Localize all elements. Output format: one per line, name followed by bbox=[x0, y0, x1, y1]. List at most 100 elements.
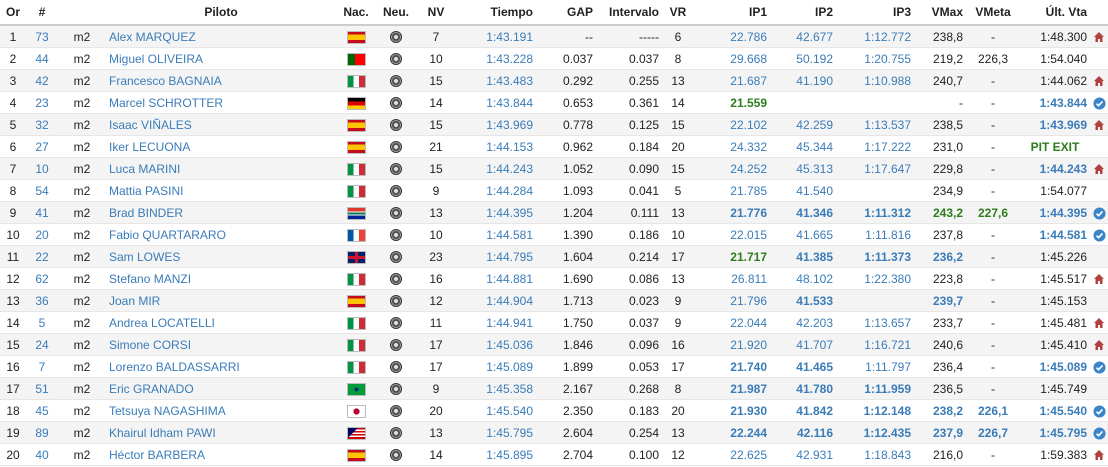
row-position: 5 bbox=[0, 113, 26, 136]
table-row[interactable]: 7 10 m2 Luca MARINI 15 1:44.243 1.052 0.090 15 24… bbox=[0, 157, 1108, 180]
category: m2 bbox=[58, 157, 106, 180]
rider-number[interactable]: 36 bbox=[26, 289, 58, 312]
status-icon-cell[interactable] bbox=[1090, 201, 1108, 224]
status-icon-cell[interactable] bbox=[1090, 113, 1108, 136]
best-time: 1:44.795 bbox=[456, 245, 536, 268]
table-row[interactable]: 3 42 m2 Francesco BAGNAIA 15 1:43.483 0.292 0.2… bbox=[0, 69, 1108, 92]
table-row[interactable]: 13 36 m2 Joan MIR 12 1:44.904 1.713 0.023 9 21.79… bbox=[0, 289, 1108, 312]
rider-number[interactable]: 10 bbox=[26, 157, 58, 180]
best-lap-number: 8 bbox=[662, 377, 694, 400]
rider-number[interactable]: 42 bbox=[26, 69, 58, 92]
home-icon bbox=[1094, 274, 1104, 285]
table-row[interactable]: 5 32 m2 Isaac VIÑALES 15 1:43.969 0.778 0.125 15… bbox=[0, 113, 1108, 136]
rider-number[interactable]: 20 bbox=[26, 223, 58, 246]
table-row[interactable]: 20 40 m2 Héctor BARBERA 14 1:45.895 2.704 0.100… bbox=[0, 443, 1108, 466]
flag-icon bbox=[346, 250, 366, 264]
table-row[interactable]: 10 20 m2 Fabio QUARTARARO 10 1:44.581 1.390 0.1… bbox=[0, 223, 1108, 246]
rider-number[interactable]: 44 bbox=[26, 47, 58, 70]
table-row[interactable]: 16 7 m2 Lorenzo BALDASSARRI 17 1:45.089 1.899 0… bbox=[0, 355, 1108, 378]
interval: 0.268 bbox=[596, 377, 662, 400]
last-lap: 1:48.300 bbox=[1020, 25, 1090, 48]
tyre-cell bbox=[376, 421, 416, 444]
status-icon-cell[interactable] bbox=[1090, 223, 1108, 246]
table-row[interactable]: 9 41 m2 Brad BINDER 13 1:44.395 1.204 0.111 13 21… bbox=[0, 201, 1108, 224]
table-row[interactable]: 15 24 m2 Simone CORSI 17 1:45.036 1.846 0.096 16… bbox=[0, 333, 1108, 356]
table-row[interactable]: 17 51 m2 Eric GRANADO 9 1:45.358 2.167 0.268 8 21… bbox=[0, 377, 1108, 400]
rider-name[interactable]: Miguel OLIVEIRA bbox=[106, 47, 336, 70]
rider-number[interactable]: 27 bbox=[26, 135, 58, 158]
split-ip2: 42.203 bbox=[770, 311, 836, 334]
table-row[interactable]: 2 44 m2 Miguel OLIVEIRA 10 1:43.228 0.037 0.037… bbox=[0, 47, 1108, 70]
gap: 1.052 bbox=[536, 157, 596, 180]
rider-name[interactable]: Francesco BAGNAIA bbox=[106, 69, 336, 92]
rider-name[interactable]: Sam LOWES bbox=[106, 245, 336, 268]
table-row[interactable]: 1 73 m2 Alex MARQUEZ 7 1:43.191 -- ----- 6 22.786… bbox=[0, 25, 1108, 48]
finish-speed: - bbox=[966, 179, 1020, 202]
tyre-icon bbox=[390, 273, 402, 286]
status-icon-cell[interactable] bbox=[1090, 157, 1108, 180]
table-row[interactable]: 18 45 m2 Tetsuya NAGASHIMA 20 1:45.540 2.350 0.… bbox=[0, 399, 1108, 422]
rider-name[interactable]: Joan MIR bbox=[106, 289, 336, 312]
rider-name[interactable]: Lorenzo BALDASSARRI bbox=[106, 355, 336, 378]
laps: 9 bbox=[416, 377, 456, 400]
rider-name[interactable]: Iker LECUONA bbox=[106, 135, 336, 158]
table-row[interactable]: 12 62 m2 Stefano MANZI 16 1:44.881 1.690 0.086 1… bbox=[0, 267, 1108, 290]
rider-name[interactable]: Khairul Idham PAWI bbox=[106, 421, 336, 444]
rider-number[interactable]: 45 bbox=[26, 399, 58, 422]
rider-number[interactable]: 23 bbox=[26, 91, 58, 114]
rider-name[interactable]: Alex MARQUEZ bbox=[106, 25, 336, 48]
gap: 0.962 bbox=[536, 135, 596, 158]
split-ip3: 1:20.755 bbox=[836, 47, 914, 70]
laps: 13 bbox=[416, 421, 456, 444]
interval: 0.186 bbox=[596, 223, 662, 246]
category: m2 bbox=[58, 47, 106, 70]
status-icon-cell[interactable] bbox=[1090, 69, 1108, 92]
rider-number[interactable]: 54 bbox=[26, 179, 58, 202]
table-row[interactable]: 11 22 m2 Sam LOWES 23 1:44.795 1.604 0.214 17 21.… bbox=[0, 245, 1108, 268]
table-row[interactable]: 19 89 m2 Khairul Idham PAWI 13 1:45.795 2.604 0… bbox=[0, 421, 1108, 444]
rider-name[interactable]: Stefano MANZI bbox=[106, 267, 336, 290]
status-icon-cell[interactable] bbox=[1090, 311, 1108, 334]
rider-name[interactable]: Héctor BARBERA bbox=[106, 443, 336, 466]
rider-name[interactable]: Mattia PASINI bbox=[106, 179, 336, 202]
status-icon-cell[interactable] bbox=[1090, 267, 1108, 290]
rider-name[interactable]: Eric GRANADO bbox=[106, 377, 336, 400]
rider-name[interactable]: Isaac VIÑALES bbox=[106, 113, 336, 136]
table-row[interactable]: 14 5 m2 Andrea LOCATELLI 11 1:44.941 1.750 0.03… bbox=[0, 311, 1108, 334]
status-icon-cell[interactable] bbox=[1090, 91, 1108, 114]
rider-number[interactable]: 5 bbox=[26, 311, 58, 334]
rider-number[interactable]: 32 bbox=[26, 113, 58, 136]
tyre-icon bbox=[390, 361, 402, 374]
top-speed: 237,9 bbox=[914, 421, 966, 444]
rider-number[interactable]: 22 bbox=[26, 245, 58, 268]
table-header: Or # Piloto Nac. Neu. NV Tiempo GAP Inte… bbox=[0, 0, 1108, 26]
status-icon-cell[interactable] bbox=[1090, 355, 1108, 378]
rider-name[interactable]: Brad BINDER bbox=[106, 201, 336, 224]
rider-name[interactable]: Tetsuya NAGASHIMA bbox=[106, 399, 336, 422]
rider-number[interactable]: 89 bbox=[26, 421, 58, 444]
table-row[interactable]: 4 23 m2 Marcel SCHROTTER 14 1:43.844 0.653 0.36… bbox=[0, 91, 1108, 114]
rider-name[interactable]: Luca MARINI bbox=[106, 157, 336, 180]
status-icon-cell[interactable] bbox=[1090, 443, 1108, 466]
table-row[interactable]: 6 27 m2 Iker LECUONA 21 1:44.153 0.962 0.184 20 2… bbox=[0, 135, 1108, 158]
rider-name[interactable]: Simone CORSI bbox=[106, 333, 336, 356]
rider-number[interactable]: 40 bbox=[26, 443, 58, 466]
interval: 0.125 bbox=[596, 113, 662, 136]
category: m2 bbox=[58, 289, 106, 312]
rider-number[interactable]: 62 bbox=[26, 267, 58, 290]
rider-number[interactable]: 24 bbox=[26, 333, 58, 356]
table-body: 1 73 m2 Alex MARQUEZ 7 1:43.191 -- ----- 6 22.786… bbox=[0, 25, 1108, 466]
table-row[interactable]: 8 54 m2 Mattia PASINI 9 1:44.284 1.093 0.041 5 21… bbox=[0, 179, 1108, 202]
rider-number[interactable]: 73 bbox=[26, 25, 58, 48]
status-icon-cell[interactable] bbox=[1090, 25, 1108, 48]
status-icon-cell[interactable] bbox=[1090, 399, 1108, 422]
check-circle-icon bbox=[1093, 97, 1106, 110]
rider-name[interactable]: Andrea LOCATELLI bbox=[106, 311, 336, 334]
rider-number[interactable]: 41 bbox=[26, 201, 58, 224]
rider-number[interactable]: 7 bbox=[26, 355, 58, 378]
rider-name[interactable]: Marcel SCHROTTER bbox=[106, 91, 336, 114]
status-icon-cell[interactable] bbox=[1090, 421, 1108, 444]
rider-number[interactable]: 51 bbox=[26, 377, 58, 400]
rider-name[interactable]: Fabio QUARTARARO bbox=[106, 223, 336, 246]
status-icon-cell[interactable] bbox=[1090, 333, 1108, 356]
